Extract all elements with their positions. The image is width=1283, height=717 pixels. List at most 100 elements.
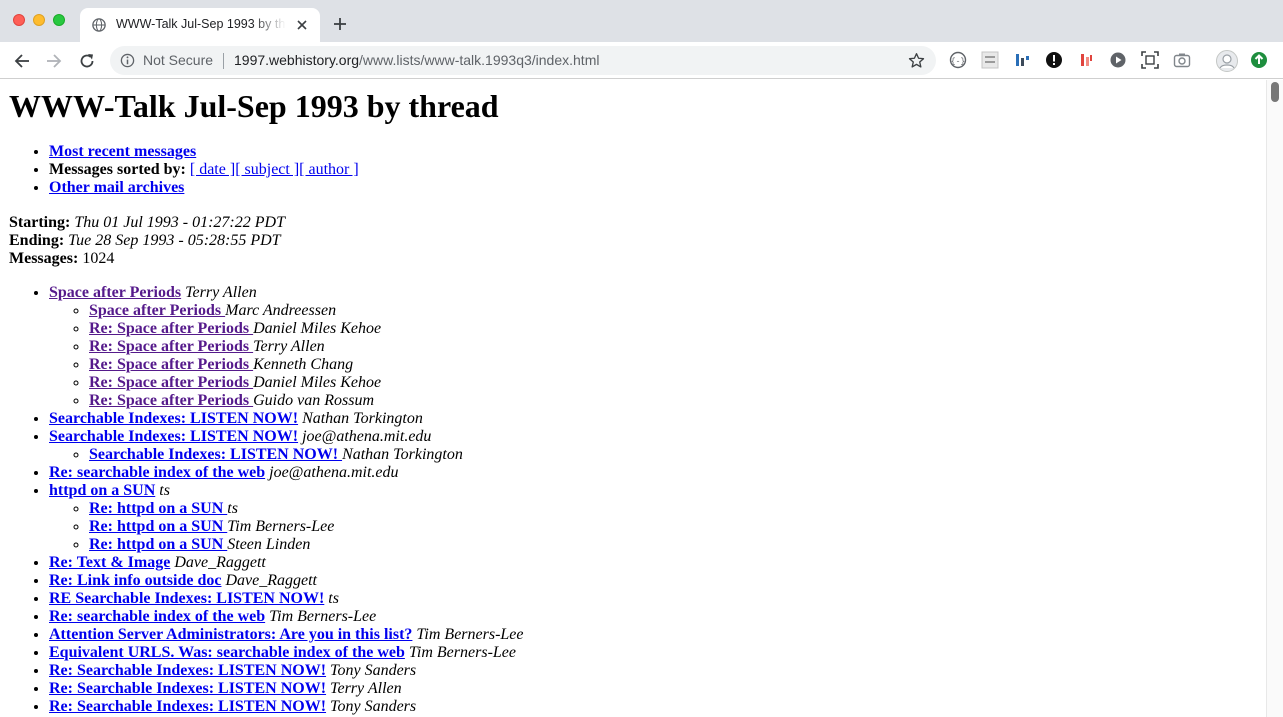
thread-author: Nathan Torkington bbox=[302, 410, 423, 427]
thread-author: Terry Allen bbox=[185, 284, 257, 301]
back-arrow-icon[interactable] bbox=[13, 52, 31, 70]
reply-author: Daniel Miles Kehoe bbox=[253, 374, 382, 391]
play-circle-icon[interactable] bbox=[1109, 51, 1127, 69]
thread-item: Re: Searchable Indexes: LISTEN NOW! Tony… bbox=[49, 662, 1259, 680]
reply-link[interactable]: Re: Space after Periods bbox=[89, 338, 253, 355]
scrollbar-thumb[interactable] bbox=[1271, 82, 1279, 102]
thread-link[interactable]: httpd on a SUN bbox=[49, 482, 155, 499]
url-path: /www.lists/www-talk.1993q3/index.html bbox=[359, 52, 600, 68]
ending-row: Ending: Tue 28 Sep 1993 - 05:28:55 PDT bbox=[9, 232, 1259, 250]
browser-tab[interactable]: WWW-Talk Jul-Sep 1993 by thread bbox=[80, 8, 320, 42]
thread-item: Re: Link info outside doc Dave_Raggett bbox=[49, 572, 1259, 590]
security-status[interactable]: Not Secure bbox=[143, 52, 213, 68]
thread-link[interactable]: Space after Periods bbox=[49, 284, 181, 301]
camera-icon[interactable] bbox=[1173, 51, 1191, 69]
thread-link[interactable]: Searchable Indexes: LISTEN NOW! bbox=[49, 410, 298, 427]
sort-by-author-link[interactable]: [ author ] bbox=[299, 161, 359, 178]
thread-author: Terry Allen bbox=[330, 680, 402, 697]
thread-link[interactable]: Re: Searchable Indexes: LISTEN NOW! bbox=[49, 698, 326, 715]
thread-link[interactable]: Re: Searchable Indexes: LISTEN NOW! bbox=[49, 680, 326, 697]
reply-link[interactable]: Re: Space after Periods bbox=[89, 356, 253, 373]
screenshot-frame-icon[interactable] bbox=[1141, 51, 1159, 69]
thread-author: ts bbox=[159, 482, 170, 499]
update-arrow-icon[interactable] bbox=[1250, 51, 1268, 69]
title-bar: WWW-Talk Jul-Sep 1993 by thread bbox=[0, 0, 1283, 42]
mm-extension-icon[interactable] bbox=[981, 51, 999, 69]
thread-item: Searchable Indexes: LISTEN NOW! joe@athe… bbox=[49, 428, 1259, 464]
reply-item: Space after Periods Marc Andreessen bbox=[89, 302, 1259, 320]
forward-arrow-icon[interactable] bbox=[45, 52, 63, 70]
profile-avatar-icon[interactable] bbox=[1216, 50, 1238, 72]
red-extension-icon[interactable] bbox=[1077, 51, 1095, 69]
messages-label: Messages: bbox=[9, 250, 79, 267]
thread-list: Space after Periods Terry AllenSpace aft… bbox=[9, 284, 1259, 716]
alert-extension-icon[interactable] bbox=[1045, 51, 1063, 69]
sorted-by-label: Messages sorted by: bbox=[49, 161, 186, 178]
reply-item: Re: Space after Periods Kenneth Chang bbox=[89, 356, 1259, 374]
reply-link[interactable]: Re: Space after Periods bbox=[89, 392, 253, 409]
thread-link[interactable]: RE Searchable Indexes: LISTEN NOW! bbox=[49, 590, 324, 607]
ending-value: Tue 28 Sep 1993 - 05:28:55 PDT bbox=[68, 232, 281, 249]
reply-author: Terry Allen bbox=[253, 338, 325, 355]
nav-list: Most recent messages Messages sorted by:… bbox=[9, 143, 1259, 197]
most-recent-link[interactable]: Most recent messages bbox=[49, 143, 196, 160]
reload-icon[interactable] bbox=[78, 52, 96, 70]
reply-item: Re: Space after Periods Terry Allen bbox=[89, 338, 1259, 356]
thread-item: Re: searchable index of the web joe@athe… bbox=[49, 464, 1259, 482]
bookmark-star-icon[interactable] bbox=[908, 52, 925, 69]
reply-link[interactable]: Re: Space after Periods bbox=[89, 374, 253, 391]
browser-toolbar: Not Secure 1997.webhistory.org/www.lists… bbox=[0, 42, 1283, 79]
reply-list: Space after Periods Marc AndreessenRe: S… bbox=[49, 302, 1259, 410]
thread-link[interactable]: Re: searchable index of the web bbox=[49, 608, 265, 625]
thread-link[interactable]: Attention Server Administrators: Are you… bbox=[49, 626, 412, 643]
reply-author: Daniel Miles Kehoe bbox=[253, 320, 382, 337]
reply-item: Re: httpd on a SUN Steen Linden bbox=[89, 536, 1259, 554]
minimize-window-button[interactable] bbox=[33, 14, 45, 26]
reply-link[interactable]: Searchable Indexes: LISTEN NOW! bbox=[89, 446, 342, 463]
reply-item: Re: Space after Periods Guido van Rossum bbox=[89, 392, 1259, 410]
close-window-button[interactable] bbox=[13, 14, 25, 26]
ending-label: Ending: bbox=[9, 232, 65, 249]
bar-chart-extension-icon[interactable] bbox=[1013, 51, 1031, 69]
vertical-scrollbar[interactable] bbox=[1266, 80, 1283, 717]
svg-text:{-}: {-} bbox=[951, 58, 965, 67]
thread-item: Space after Periods Terry AllenSpace aft… bbox=[49, 284, 1259, 410]
thread-item: Re: Text & Image Dave_Raggett bbox=[49, 554, 1259, 572]
thread-item: Equivalent URLS. Was: searchable index o… bbox=[49, 644, 1259, 662]
reply-link[interactable]: Re: httpd on a SUN bbox=[89, 500, 227, 517]
starting-row: Starting: Thu 01 Jul 1993 - 01:27:22 PDT bbox=[9, 214, 1259, 232]
thread-link[interactable]: Re: Searchable Indexes: LISTEN NOW! bbox=[49, 662, 326, 679]
new-tab-icon[interactable] bbox=[332, 16, 348, 32]
thread-item: Re: Searchable Indexes: LISTEN NOW! Terr… bbox=[49, 680, 1259, 698]
thread-author: Tim Berners-Lee bbox=[408, 644, 516, 661]
address-bar[interactable]: Not Secure 1997.webhistory.org/www.lists… bbox=[110, 46, 936, 75]
thread-item: Searchable Indexes: LISTEN NOW! Nathan T… bbox=[49, 410, 1259, 428]
code-extension-icon[interactable]: {-} bbox=[949, 51, 967, 69]
thread-author: Tony Sanders bbox=[330, 662, 417, 679]
reply-link[interactable]: Re: httpd on a SUN bbox=[89, 518, 227, 535]
reply-link[interactable]: Space after Periods bbox=[89, 302, 225, 319]
thread-link[interactable]: Re: Link info outside doc bbox=[49, 572, 221, 589]
url-text[interactable]: 1997.webhistory.org/www.lists/www-talk.1… bbox=[234, 52, 599, 68]
thread-link[interactable]: Re: searchable index of the web bbox=[49, 464, 265, 481]
thread-link[interactable]: Re: Text & Image bbox=[49, 554, 170, 571]
thread-author: joe@athena.mit.edu bbox=[269, 464, 399, 481]
thread-author: Tony Sanders bbox=[330, 698, 417, 715]
sort-by-date-link[interactable]: [ date ] bbox=[190, 161, 235, 178]
archive-info: Starting: Thu 01 Jul 1993 - 01:27:22 PDT… bbox=[9, 214, 1259, 268]
reply-link[interactable]: Re: httpd on a SUN bbox=[89, 536, 227, 553]
globe-icon bbox=[92, 18, 106, 32]
thread-author: Tim Berners-Lee bbox=[416, 626, 524, 643]
reply-link[interactable]: Re: Space after Periods bbox=[89, 320, 253, 337]
starting-label: Starting: bbox=[9, 214, 71, 231]
reply-author: Kenneth Chang bbox=[253, 356, 354, 373]
close-tab-icon[interactable] bbox=[295, 18, 309, 32]
other-archives-link[interactable]: Other mail archives bbox=[49, 179, 184, 196]
maximize-window-button[interactable] bbox=[53, 14, 65, 26]
thread-author: ts bbox=[328, 590, 339, 607]
info-icon[interactable] bbox=[120, 53, 135, 68]
thread-link[interactable]: Searchable Indexes: LISTEN NOW! bbox=[49, 428, 298, 445]
sort-by-subject-link[interactable]: [ subject ] bbox=[235, 161, 299, 178]
thread-link[interactable]: Equivalent URLS. Was: searchable index o… bbox=[49, 644, 405, 661]
reply-item: Re: httpd on a SUN Tim Berners-Lee bbox=[89, 518, 1259, 536]
